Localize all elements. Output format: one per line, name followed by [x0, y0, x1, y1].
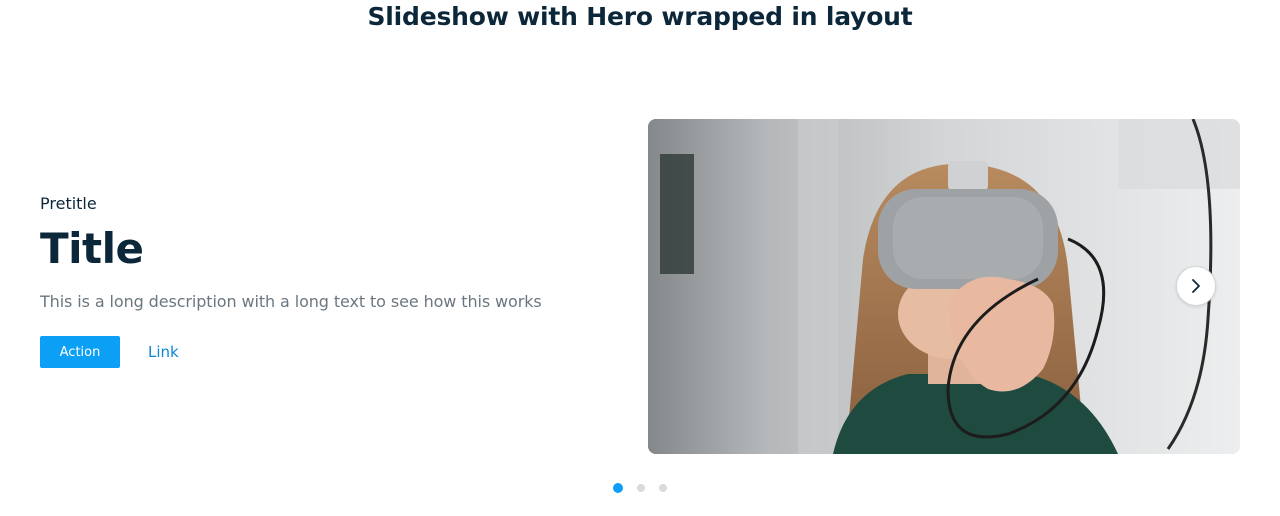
slideshow-next-button[interactable] [1176, 266, 1216, 306]
page: Slideshow with Hero wrapped in layout Pr… [0, 0, 1280, 516]
slide-bullet-3[interactable] [659, 484, 667, 492]
vr-headset-photo [648, 119, 1240, 454]
hero-actions: Action Link [40, 336, 600, 368]
slideshow-bullets [0, 482, 1280, 494]
chevron-right-icon [1192, 279, 1200, 293]
link-button[interactable]: Link [148, 343, 179, 361]
slide-bullet-1[interactable] [613, 483, 623, 493]
slide-bullet-2[interactable] [637, 484, 645, 492]
action-button[interactable]: Action [40, 336, 120, 368]
hero-description: This is a long description with a long t… [40, 292, 542, 311]
hero-title: Title [40, 224, 144, 273]
hero-text-block: Pretitle Title This is a long descriptio… [40, 192, 600, 368]
hero-pretitle: Pretitle [40, 194, 97, 213]
section-title: Slideshow with Hero wrapped in layout [367, 2, 913, 31]
hero-media-image [648, 119, 1240, 454]
